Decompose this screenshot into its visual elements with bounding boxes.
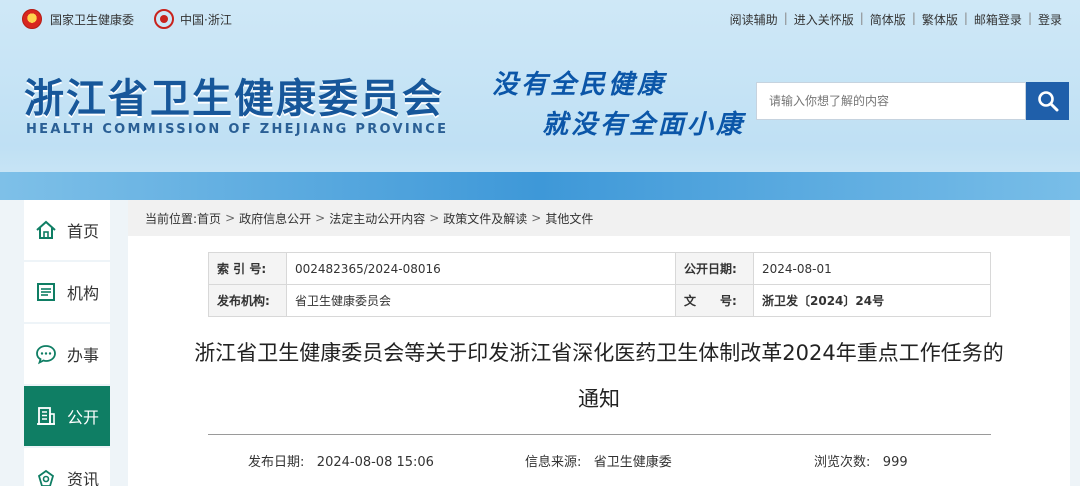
mail-login-link[interactable]: 邮箱登录 [968,11,1028,28]
breadcrumb-item-other[interactable]: 其他文件 [545,210,593,227]
breadcrumb-arrow-icon: > [315,211,326,225]
publish-date: 发布日期: 2024-08-08 15:06 [248,451,434,470]
search-box [756,82,1026,120]
publish-label: 发布日期: [248,455,305,470]
breadcrumb-arrow-icon: > [429,211,440,225]
breadcrumb-arrow-icon: > [531,211,542,225]
breadcrumb-prefix: 当前位置: [145,211,198,226]
breadcrumb-item-policy[interactable]: 政策文件及解读 [443,210,527,227]
slogan-line2: 就没有全面小康 [542,110,746,140]
zhejiang-logo-icon [154,9,175,29]
views-label: 浏览次数: [814,455,871,470]
sidebar-item-label: 首页 [67,222,100,241]
pubdate-label: 公开日期: [675,252,754,285]
search-button[interactable] [1026,82,1069,120]
info-source: 信息来源: 省卫生健康委 [525,451,672,470]
sidebar-item-label: 办事 [67,346,100,365]
sidebar-item-label: 公开 [67,408,100,427]
login-link[interactable]: 登录 [1032,11,1068,28]
search-input[interactable] [769,83,1013,119]
breadcrumb-item-gov-info[interactable]: 政府信息公开 [239,210,311,227]
zhejiang-label: 中国·浙江 [180,12,232,27]
national-health-label: 国家卫生健康委 [50,12,135,27]
sidebar-nav: 首页 机构 办事 公开 资讯 [24,200,110,486]
org-icon [37,283,55,301]
org-value: 省卫生健康委员会 [286,284,676,317]
org-label: 发布机构: [208,284,287,317]
publish-value: 2024-08-08 15:06 [316,455,434,470]
article-title: 浙江省卫生健康委员会等关于印发浙江省深化医药卫生体制改革2024年重点工作任务的… [194,341,1004,411]
sidebar-item-service[interactable]: 办事 [24,324,110,384]
index-label: 索 引 号: [208,252,287,285]
building-icon [37,407,55,425]
view-count: 浏览次数: 999 [814,451,908,470]
care-version-link[interactable]: 进入关怀版 [788,11,860,28]
traditional-link[interactable]: 繁体版 [916,11,964,28]
sidebar-item-org[interactable]: 机构 [24,262,110,322]
header-band [0,172,1080,200]
breadcrumb-item-home[interactable]: 首页 [197,210,221,227]
sidebar-item-public[interactable]: 公开 [24,386,110,446]
views-value: 999 [882,455,908,470]
slogan-line1: 没有全民健康 [492,70,667,100]
table-row: 索 引 号: 002482365/2024-08016 公开日期: 2024-0… [208,252,991,285]
national-emblem-icon [22,9,42,29]
top-bar: 国家卫生健康委 中国·浙江 阅读辅助 | 进入关怀版 | 简体版 | 繁体版 | 邮箱登… [0,0,1080,36]
sidebar-item-news[interactable]: 资讯 [24,448,110,486]
zhejiang-link[interactable]: 中国·浙江 [154,9,232,29]
document-meta-table: 索 引 号: 002482365/2024-08016 公开日期: 2024-0… [208,252,991,317]
table-row: 发布机构: 省卫生健康委员会 文 号: 浙卫发〔2024〕24号 [208,284,991,317]
chat-icon [36,345,56,365]
reading-assist-link[interactable]: 阅读辅助 [724,11,784,28]
national-health-link[interactable]: 国家卫生健康委 [22,9,134,29]
breadcrumb-item-legal[interactable]: 法定主动公开内容 [329,210,425,227]
breadcrumb-arrow-icon: > [225,211,236,225]
sidebar-item-label: 机构 [67,284,100,303]
docno-value: 浙卫发〔2024〕24号 [753,284,991,317]
docno-label: 文 号: [675,284,754,317]
sidebar-item-label: 资讯 [67,470,100,486]
breadcrumb: 当前位置: 首页 > 政府信息公开 > 法定主动公开内容 > 政策文件及解读 >… [128,200,1070,236]
home-icon [36,220,56,239]
simplified-link[interactable]: 简体版 [864,11,912,28]
content-panel: 当前位置: 首页 > 政府信息公开 > 法定主动公开内容 > 政策文件及解读 >… [128,200,1070,486]
source-value: 省卫生健康委 [593,455,672,470]
index-value: 002482365/2024-08016 [286,252,676,285]
sidebar-item-home[interactable]: 首页 [24,200,110,260]
site-title[interactable]: 浙江省卫生健康委员会 [24,66,444,124]
search-icon [1037,91,1058,112]
news-icon [37,469,55,486]
source-label: 信息来源: [525,455,582,470]
pubdate-value: 2024-08-01 [753,252,991,285]
divider [208,434,991,435]
site-subtitle: HEALTH COMMISSION OF ZHEJIANG PROVINCE [26,122,449,137]
